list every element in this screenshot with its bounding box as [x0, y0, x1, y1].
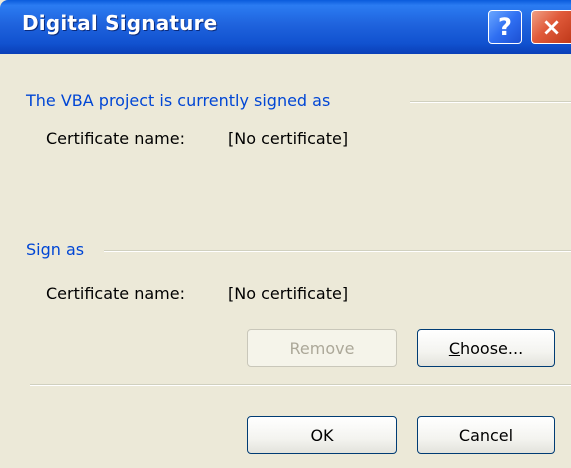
choose-button-label: Choose... — [449, 339, 523, 358]
help-icon: ? — [498, 13, 512, 41]
remove-button-label: Remove — [289, 338, 355, 358]
help-button[interactable]: ? — [488, 10, 522, 44]
cancel-button-label: Cancel — [458, 425, 514, 445]
close-button[interactable]: × — [531, 10, 571, 44]
sign-as-group-title: Sign as — [26, 240, 85, 259]
current-certificate-value: [No certificate] — [228, 129, 349, 148]
current-certificate-label: Certificate name: — [46, 129, 185, 148]
buttons-separator — [30, 384, 571, 386]
sign-certificate-label: Certificate name: — [46, 284, 185, 303]
choose-button[interactable]: Choose... — [417, 329, 555, 367]
sign-as-group-line — [104, 250, 571, 252]
choose-label-rest: hoose... — [460, 338, 524, 358]
cancel-button[interactable]: Cancel — [417, 416, 555, 454]
sign-certificate-value: [No certificate] — [228, 284, 349, 303]
digital-signature-dialog: Digital Signature ? × The VBA project is… — [0, 0, 571, 468]
close-icon: × — [541, 13, 562, 41]
current-signature-group-line — [410, 101, 571, 103]
current-signature-group-title: The VBA project is currently signed as — [26, 91, 331, 110]
ok-button-label: OK — [310, 425, 334, 445]
title-bar[interactable]: Digital Signature ? × — [0, 0, 571, 54]
remove-button[interactable]: Remove — [247, 329, 397, 367]
choose-accelerator: C — [448, 338, 460, 358]
ok-button[interactable]: OK — [247, 416, 397, 454]
dialog-title: Digital Signature — [22, 11, 218, 35]
